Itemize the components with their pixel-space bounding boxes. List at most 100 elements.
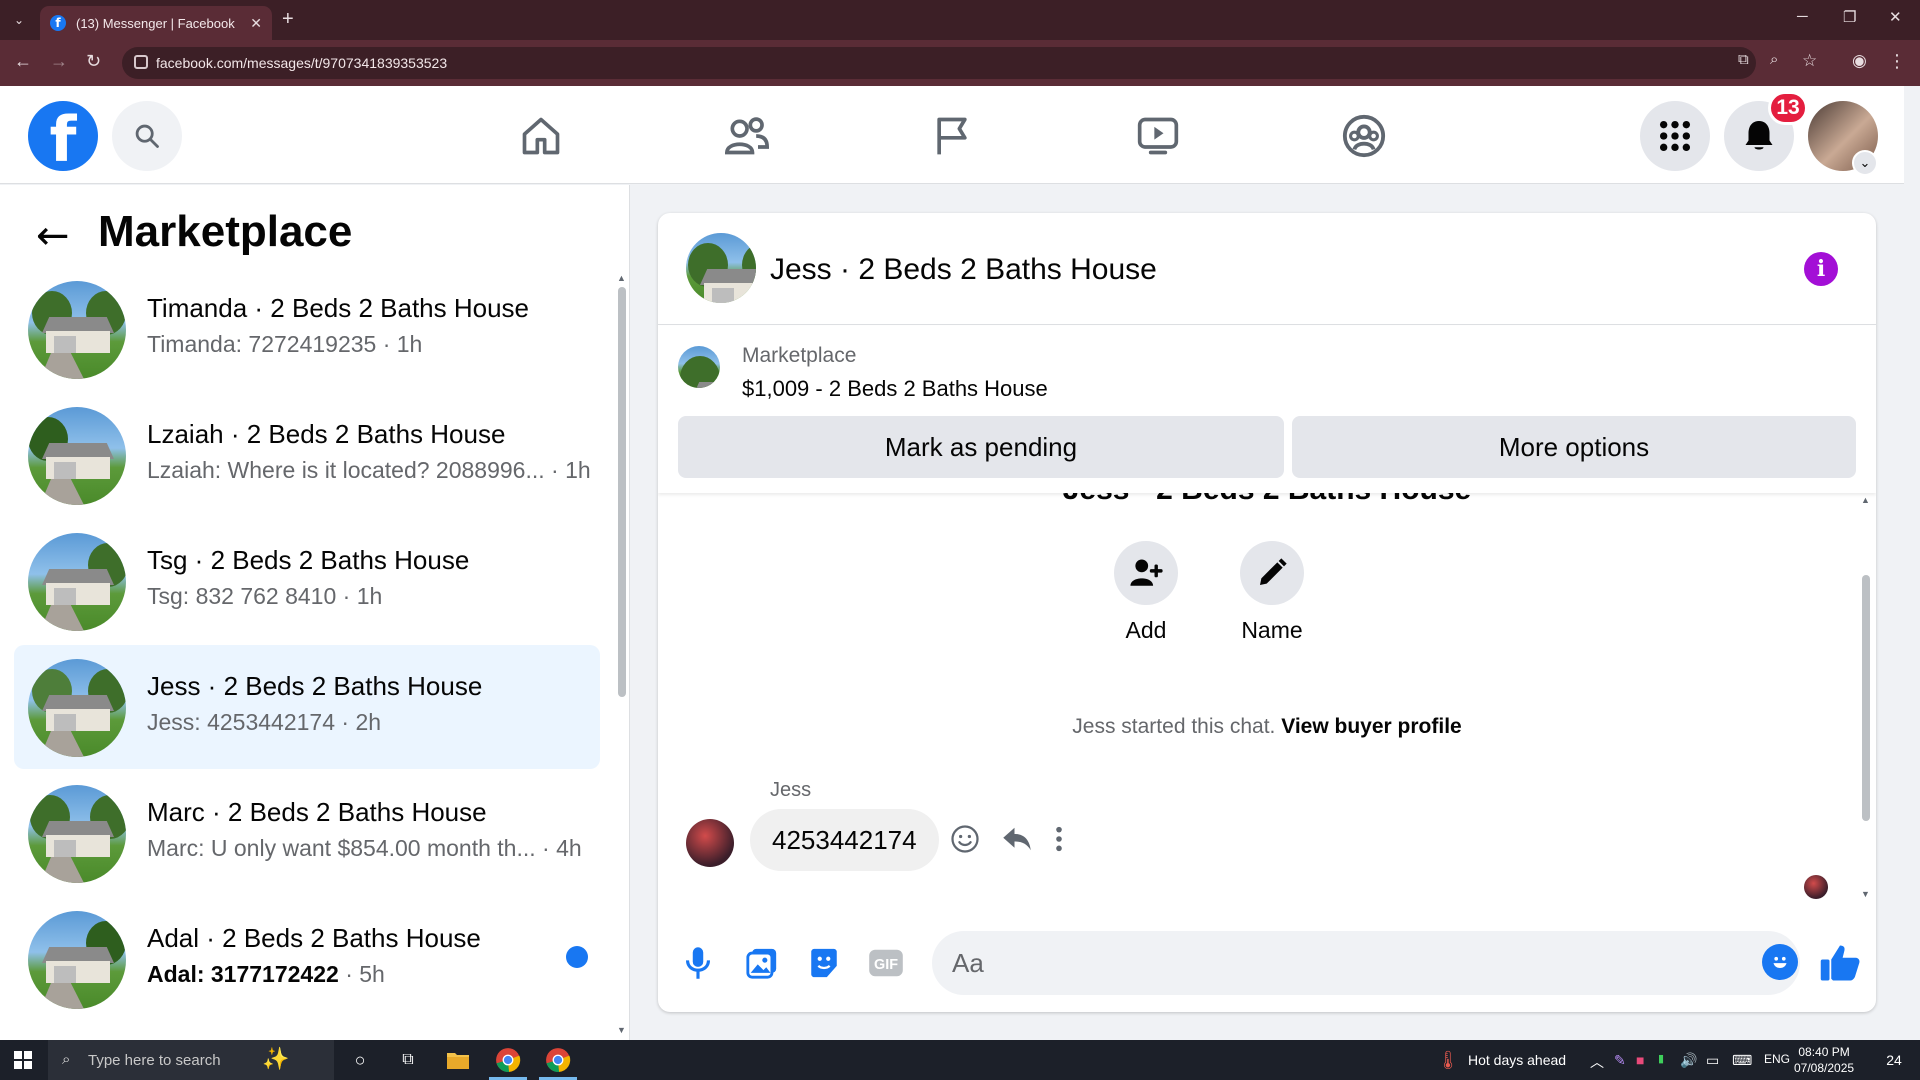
taskbar-clock[interactable]: 08:40 PM 07/08/2025 bbox=[1794, 1044, 1854, 1076]
app-tray-icon[interactable]: ■ bbox=[1636, 1052, 1644, 1068]
new-tab-icon[interactable]: + bbox=[282, 8, 294, 31]
install-app-icon[interactable]: ⧉ bbox=[1738, 51, 1749, 68]
task-view-icon[interactable]: ⧉ bbox=[394, 1046, 422, 1074]
home-nav-button[interactable] bbox=[511, 108, 571, 164]
back-icon[interactable]: ← bbox=[14, 51, 32, 72]
back-arrow-icon[interactable]: ← bbox=[36, 213, 70, 259]
message-input[interactable]: Aa bbox=[932, 931, 1800, 995]
groups-nav-button[interactable] bbox=[1334, 108, 1394, 164]
conversation-item[interactable]: Tsg · 2 Beds 2 Baths House Tsg: 832 762 8… bbox=[14, 519, 600, 643]
conversation-name: Timanda · 2 Beds 2 Baths House bbox=[147, 293, 530, 323]
like-button[interactable] bbox=[1814, 937, 1866, 989]
chat-scrollbar[interactable] bbox=[1862, 575, 1870, 821]
browser-tab[interactable]: f (13) Messenger | Facebook ✕ bbox=[40, 6, 272, 40]
reload-icon[interactable]: ↻ bbox=[86, 51, 101, 72]
conversation-item[interactable]: Marc · 2 Beds 2 Baths House Marc: U only … bbox=[14, 771, 600, 895]
snippet-text: Tsg: 832 762 8410 bbox=[147, 583, 337, 609]
minimize-icon[interactable]: ─ bbox=[1797, 8, 1808, 25]
conversation-name: Adal · 2 Beds 2 Baths House bbox=[147, 923, 481, 953]
address-bar[interactable]: facebook.com/messages/t/9707341839353523 bbox=[122, 47, 1756, 79]
keyboard-icon[interactable]: ⌨ bbox=[1732, 1052, 1752, 1069]
chevron-down-icon[interactable]: ⌄ bbox=[1852, 150, 1878, 176]
tab-search-chevron-icon[interactable]: ⌄ bbox=[8, 9, 30, 31]
conversation-thumbnail bbox=[28, 911, 126, 1009]
tray-chevron-icon[interactable]: ︿ bbox=[1590, 1052, 1604, 1072]
menu-button[interactable] bbox=[1640, 101, 1710, 171]
weather-text[interactable]: Hot days ahead bbox=[1468, 1052, 1566, 1068]
svg-text:GIF: GIF bbox=[874, 957, 898, 973]
close-tab-icon[interactable]: ✕ bbox=[250, 15, 262, 32]
add-label: Add bbox=[1125, 617, 1167, 643]
started-text: Jess started this chat. bbox=[1072, 715, 1276, 738]
search-button[interactable] bbox=[112, 101, 182, 171]
snippet-time: · 5h bbox=[338, 961, 385, 987]
more-vertical-icon[interactable] bbox=[1054, 825, 1064, 853]
chrome-icon[interactable] bbox=[494, 1046, 522, 1074]
listing-thumbnail[interactable] bbox=[678, 346, 720, 388]
sender-avatar[interactable] bbox=[686, 819, 734, 867]
sticker-button[interactable] bbox=[802, 941, 846, 985]
scroll-up-arrow-icon[interactable]: ▲ bbox=[617, 273, 626, 283]
reply-icon[interactable] bbox=[1002, 825, 1032, 853]
emoji-icon bbox=[1773, 956, 1787, 968]
browser-toolbar: ← → ↻ facebook.com/messages/t/9707341839… bbox=[0, 40, 1920, 86]
add-people-action[interactable]: Add bbox=[1096, 541, 1196, 644]
chrome-profile-icon[interactable] bbox=[544, 1046, 572, 1074]
snippet-text: Marc: U only want $854.00 month th... bbox=[147, 835, 536, 861]
chat-header: Jess · 2 Beds 2 Baths House i bbox=[658, 213, 1876, 325]
conversation-item[interactable]: Adal · 2 Beds 2 Baths House Adal: 3177172… bbox=[14, 897, 600, 1021]
more-options-button[interactable]: More options bbox=[1292, 416, 1856, 478]
mark-as-pending-button[interactable]: Mark as pending bbox=[678, 416, 1284, 478]
friends-nav-button[interactable] bbox=[717, 108, 777, 164]
close-window-icon[interactable]: ✕ bbox=[1889, 8, 1902, 26]
snippet-time: · 1h bbox=[544, 457, 591, 483]
battery-status-icon[interactable]: ▮ bbox=[1658, 1052, 1664, 1065]
voice-clip-button[interactable] bbox=[676, 941, 720, 985]
language-indicator[interactable]: ENG bbox=[1764, 1052, 1790, 1066]
snippet-time: · 1h bbox=[336, 583, 383, 609]
restore-icon[interactable]: ❐ bbox=[1843, 8, 1856, 26]
watch-nav-button[interactable] bbox=[1128, 108, 1188, 164]
taskbar-search-box[interactable]: ⌕ Type here to search ✨ bbox=[48, 1040, 334, 1080]
conversation-item[interactable]: Lzaiah · 2 Beds 2 Baths House Lzaiah: Whe… bbox=[14, 393, 600, 517]
site-info-icon[interactable] bbox=[134, 55, 148, 69]
message-input-placeholder: Aa bbox=[952, 947, 984, 978]
listing-category: Marketplace bbox=[742, 344, 857, 367]
windows-start-icon[interactable] bbox=[14, 1051, 32, 1069]
chat-panel: Jess · 2 Beds 2 Baths House i Marketplac… bbox=[658, 213, 1876, 1012]
chat-listing-thumbnail[interactable] bbox=[686, 233, 756, 303]
forward-icon[interactable]: → bbox=[50, 51, 68, 72]
listing-price-title[interactable]: $1,009 - 2 Beds 2 Baths House bbox=[742, 376, 1048, 402]
react-smiley-icon[interactable] bbox=[950, 824, 980, 854]
taskbar-search-placeholder: Type here to search bbox=[88, 1051, 221, 1069]
action-center-icon[interactable]: 24 bbox=[1880, 1046, 1908, 1074]
scroll-down-arrow-icon[interactable]: ▼ bbox=[617, 1025, 626, 1035]
cortana-circle-icon[interactable]: ○ bbox=[346, 1046, 374, 1074]
view-buyer-profile-link[interactable]: View buyer profile bbox=[1281, 715, 1462, 738]
conversation-item[interactable]: Jess · 2 Beds 2 Baths House Jess: 4253442… bbox=[14, 645, 600, 769]
chat-scroll-down-icon[interactable]: ▼ bbox=[1861, 889, 1870, 899]
name-chat-action[interactable]: Name bbox=[1222, 541, 1322, 644]
info-icon[interactable]: i bbox=[1804, 252, 1838, 286]
notification-badge: 13 bbox=[1768, 91, 1808, 125]
bookmark-star-icon[interactable]: ☆ bbox=[1802, 51, 1817, 71]
profile-icon[interactable]: ◉ bbox=[1852, 51, 1867, 71]
facebook-logo-icon[interactable]: f bbox=[28, 101, 98, 171]
chat-scroll-up-icon[interactable]: ▲ bbox=[1861, 495, 1870, 505]
pen-icon[interactable]: ✎ bbox=[1614, 1052, 1626, 1069]
file-explorer-icon[interactable] bbox=[444, 1046, 472, 1074]
sidebar-scrollbar[interactable] bbox=[618, 287, 626, 697]
attach-photo-button[interactable] bbox=[740, 941, 784, 985]
zoom-icon[interactable]: ⌕ bbox=[1770, 51, 1778, 68]
conversation-item[interactable]: Timanda · 2 Beds 2 Baths House Timanda: 7… bbox=[14, 267, 600, 391]
message-bubble[interactable]: 4253442174 bbox=[750, 809, 939, 871]
browser-menu-icon[interactable]: ⋮ bbox=[1888, 51, 1906, 72]
conversation-name: Lzaiah · 2 Beds 2 Baths House bbox=[147, 419, 506, 449]
network-icon[interactable]: ▭ bbox=[1706, 1052, 1719, 1069]
pages-nav-button[interactable] bbox=[922, 108, 982, 164]
volume-icon[interactable]: 🔊 bbox=[1680, 1052, 1697, 1069]
conversation-thumbnail bbox=[28, 281, 126, 379]
gif-button[interactable]: GIF bbox=[864, 941, 908, 985]
emoji-picker-button[interactable] bbox=[1762, 944, 1798, 980]
conversation-area: Jess · 2 Beds 2 Baths House Add Name Jes… bbox=[658, 493, 1876, 901]
